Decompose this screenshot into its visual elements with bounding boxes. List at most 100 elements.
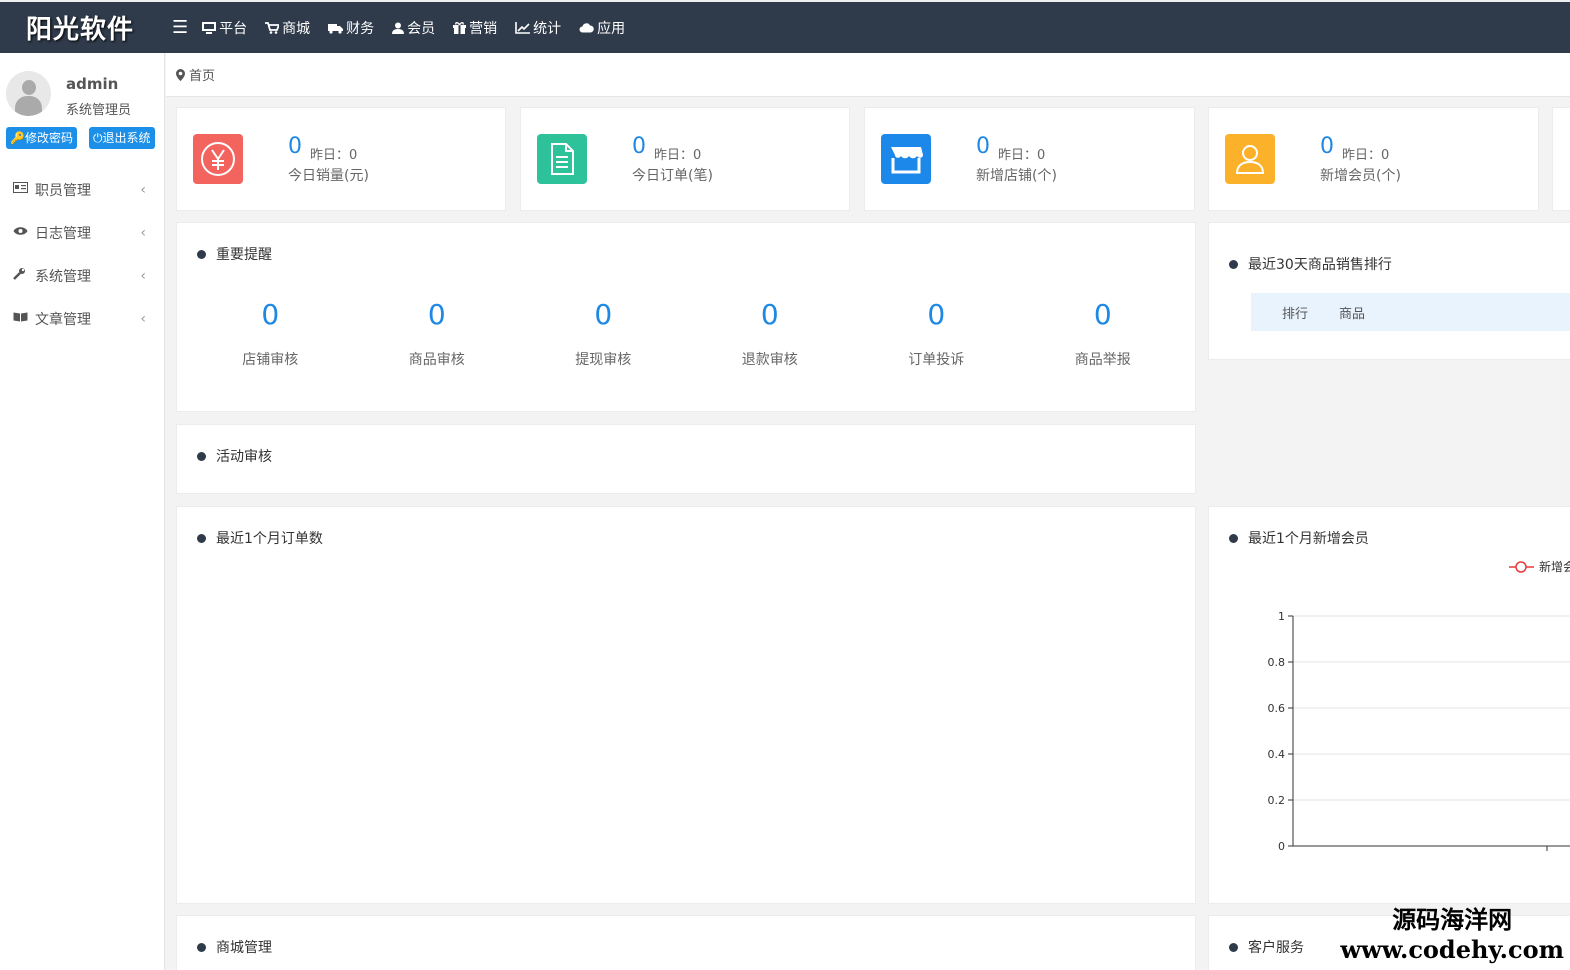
activity-audit-panel: 活动审核 bbox=[176, 424, 1196, 494]
y-tick-label: 0.4 bbox=[1268, 748, 1286, 761]
y-tick-label: 0.6 bbox=[1268, 702, 1286, 715]
watermark: 源码海洋网 www.codehy.com bbox=[1340, 900, 1564, 964]
y-tick-label: 0 bbox=[1278, 840, 1285, 853]
reminder-label: 订单投诉 bbox=[908, 352, 965, 368]
sidebar-item-system[interactable]: 系统管理 ‹ bbox=[0, 254, 164, 297]
logout-label: 退出系统 bbox=[102, 131, 151, 145]
column-header-rank: 排行 bbox=[1282, 306, 1309, 322]
nav-item-member[interactable]: 会员 bbox=[392, 18, 435, 38]
sidebar-item-staff[interactable]: 职员管理 ‹ bbox=[0, 168, 164, 211]
breadcrumb-home[interactable]: 首页 bbox=[189, 65, 215, 84]
chevron-left-icon: ‹ bbox=[140, 267, 146, 284]
bullet-icon bbox=[1229, 259, 1238, 269]
yen-icon bbox=[193, 134, 243, 184]
nav-item-finance[interactable]: 财务 bbox=[328, 18, 374, 38]
hamburger-icon[interactable]: ☰ bbox=[172, 17, 188, 38]
logout-button[interactable]: ⏻退出系统 bbox=[89, 127, 155, 149]
nav-item-label: 统计 bbox=[533, 20, 562, 37]
legend-label: 新增会 bbox=[1539, 559, 1570, 574]
book-icon bbox=[13, 311, 35, 326]
chevron-left-icon: ‹ bbox=[140, 181, 146, 198]
legend-marker-icon bbox=[1515, 561, 1527, 573]
bullet-icon bbox=[1229, 942, 1238, 952]
nav-item-label: 平台 bbox=[219, 20, 248, 37]
stat-value: 0 bbox=[288, 134, 302, 159]
change-password-label: 修改密码 bbox=[24, 131, 73, 145]
reminder-order-complaint[interactable]: 0 订单投诉 bbox=[843, 298, 1010, 369]
sidebar-item-log[interactable]: 日志管理 ‹ bbox=[0, 211, 164, 254]
reminder-value: 0 bbox=[261, 298, 280, 331]
panel-title-text: 商城管理 bbox=[216, 940, 272, 956]
stat-label: 新增会员(个) bbox=[1320, 168, 1401, 184]
nav-item-apps[interactable]: 应用 bbox=[579, 18, 625, 38]
app-logo[interactable]: 阳光软件 bbox=[0, 9, 160, 46]
avatar[interactable] bbox=[6, 71, 51, 116]
nav-item-platform[interactable]: 平台 bbox=[202, 18, 247, 38]
stat-yesterday: 昨日：0 bbox=[1342, 148, 1390, 163]
gift-icon bbox=[453, 21, 467, 34]
breadcrumb: 首页 bbox=[166, 53, 1570, 97]
nav-item-stats[interactable]: 统计 bbox=[515, 18, 561, 38]
reminder-refund-audit[interactable]: 0 退款审核 bbox=[677, 298, 844, 369]
user-role: 系统管理员 bbox=[66, 103, 132, 118]
reminder-value: 0 bbox=[427, 298, 446, 331]
panel-title-text: 最近30天商品销售排行 bbox=[1248, 257, 1392, 273]
panel-title-text: 客户服务 bbox=[1248, 940, 1304, 956]
reminder-list: 0 店铺审核 0 商品审核 0 提现审核 0 退款审核 0 订单投诉 0 商品举… bbox=[177, 298, 1195, 369]
nav-item-mall[interactable]: 商城 bbox=[265, 18, 310, 38]
stat-card-partial bbox=[1552, 107, 1570, 211]
y-tick-label: 1 bbox=[1278, 610, 1285, 623]
nav-item-label: 商城 bbox=[282, 20, 311, 37]
reminder-label: 商品审核 bbox=[408, 352, 465, 368]
reminder-withdraw-audit[interactable]: 0 提现审核 bbox=[510, 298, 677, 369]
nav-item-label: 应用 bbox=[597, 20, 626, 37]
user-icon bbox=[392, 22, 405, 34]
change-password-button[interactable]: 🔑修改密码 bbox=[6, 127, 77, 149]
bullet-icon bbox=[197, 533, 206, 543]
nav-item-label: 财务 bbox=[346, 20, 375, 37]
reminder-store-audit[interactable]: 0 店铺审核 bbox=[177, 298, 344, 369]
id-card-icon bbox=[13, 182, 35, 197]
sidebar-item-article[interactable]: 文章管理 ‹ bbox=[0, 297, 164, 340]
key-icon: 🔑 bbox=[10, 131, 25, 145]
top-bar: 阳光软件 ☰ 平台 商城 财务 会员 营销 统计 应用 bbox=[0, 0, 1570, 53]
reminder-goods-report[interactable]: 0 商品举报 bbox=[1010, 298, 1177, 369]
stat-card-members[interactable]: 0 昨日：0 新增会员(个) bbox=[1208, 107, 1539, 211]
reminder-value: 0 bbox=[594, 298, 613, 331]
mall-management-panel: 商城管理 bbox=[176, 915, 1196, 970]
stat-label: 今日订单(笔) bbox=[632, 168, 713, 184]
store-icon bbox=[881, 134, 931, 184]
stat-value: 0 bbox=[632, 134, 646, 159]
panel-title: 最近1个月订单数 bbox=[197, 528, 323, 548]
chevron-left-icon: ‹ bbox=[140, 310, 146, 327]
stat-yesterday: 昨日：0 bbox=[998, 148, 1046, 163]
watermark-line2: www.codehy.com bbox=[1340, 935, 1564, 964]
stat-yesterday: 昨日：0 bbox=[310, 148, 358, 163]
panel-title: 商城管理 bbox=[197, 937, 272, 957]
nav-item-marketing[interactable]: 营销 bbox=[453, 18, 497, 38]
y-tick-label: 0.8 bbox=[1268, 656, 1286, 669]
stat-value: 0 bbox=[976, 134, 990, 159]
stat-card-sales[interactable]: 0 昨日：0 今日销量(元) bbox=[176, 107, 506, 211]
panel-title: 客户服务 bbox=[1229, 937, 1304, 957]
reminder-label: 店铺审核 bbox=[242, 352, 299, 368]
side-menu: 职员管理 ‹ 日志管理 ‹ 系统管理 ‹ 文章管理 ‹ bbox=[0, 168, 164, 340]
reminder-goods-audit[interactable]: 0 商品审核 bbox=[344, 298, 511, 369]
monitor-icon bbox=[202, 21, 217, 34]
chevron-left-icon: ‹ bbox=[140, 224, 146, 241]
reminder-value: 0 bbox=[1093, 298, 1112, 331]
stat-card-stores[interactable]: 0 昨日：0 新增店铺(个) bbox=[864, 107, 1195, 211]
ranking-table-header: 排行 商品 bbox=[1251, 293, 1570, 331]
stat-value: 0 bbox=[1320, 134, 1334, 159]
stat-card-orders[interactable]: 0 昨日：0 今日订单(笔) bbox=[520, 107, 850, 211]
chart-legend[interactable]: 新增会 bbox=[1509, 559, 1570, 574]
member-line-chart: 新增会 0 0.2 0.4 0.6 0.8 1 bbox=[1268, 559, 1570, 853]
sidebar-item-label: 文章管理 bbox=[35, 311, 91, 328]
sidebar-item-label: 系统管理 bbox=[35, 268, 91, 285]
map-marker-icon bbox=[176, 68, 185, 81]
sales-ranking-panel: 最近30天商品销售排行 排行 商品 bbox=[1208, 222, 1570, 360]
line-chart-icon bbox=[515, 21, 531, 34]
y-tick-label: 0.2 bbox=[1268, 794, 1286, 807]
wrench-icon bbox=[13, 267, 35, 284]
truck-icon bbox=[328, 23, 344, 34]
